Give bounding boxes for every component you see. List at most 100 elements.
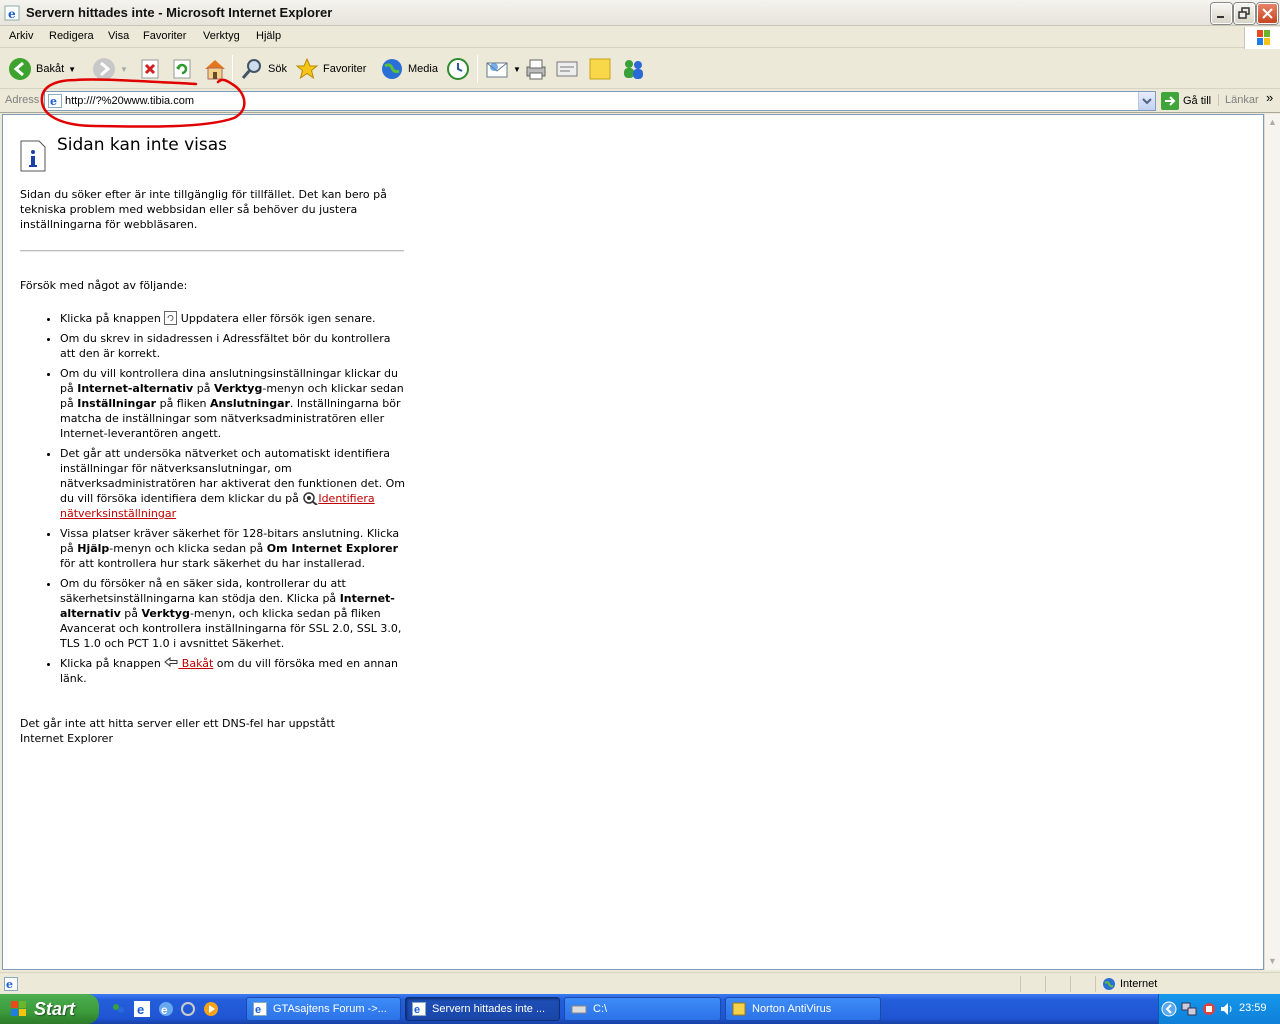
- error-source: Internet Explorer: [20, 732, 113, 745]
- list-item: Om du försöker nå en säker sida, kontrol…: [60, 576, 408, 651]
- forward-button[interactable]: ▼: [92, 55, 128, 83]
- links-chevron-icon[interactable]: »: [1266, 90, 1273, 105]
- status-separator: [1045, 976, 1046, 992]
- page-viewport: Sidan kan inte visas Sidan du söker efte…: [2, 114, 1264, 970]
- home-icon: [205, 60, 225, 80]
- quicklaunch-mediaplayer-icon[interactable]: [203, 1001, 219, 1017]
- toolbar-separator: [477, 55, 478, 83]
- tip-text: Klicka på knappen: [60, 657, 165, 670]
- back-link[interactable]: Bakåt: [178, 657, 214, 670]
- quicklaunch-ie2-icon[interactable]: e: [158, 1001, 174, 1017]
- go-label: Gå till: [1183, 95, 1212, 107]
- try-label: Försök med något av följande:: [20, 279, 188, 292]
- svg-text:e: e: [414, 1004, 420, 1016]
- edit-document-icon: [556, 61, 578, 77]
- tip-text: för att kontrollera hur stark säkerhet d…: [60, 557, 365, 570]
- favorites-button[interactable]: Favoriter: [295, 55, 366, 83]
- mail-button[interactable]: ▼: [485, 55, 521, 83]
- status-bar: e Internet: [0, 972, 1280, 994]
- quicklaunch-ie-icon[interactable]: e: [134, 1001, 150, 1017]
- list-item: Om du skrev in sidadressen i Adressfälte…: [60, 331, 408, 361]
- menu-hjalp[interactable]: Hjälp: [256, 30, 281, 42]
- clock[interactable]: 23:59: [1239, 1002, 1267, 1014]
- info-icon: [20, 140, 46, 172]
- status-separator: [1020, 976, 1021, 992]
- antivirus-tray-icon[interactable]: [1201, 1001, 1217, 1017]
- ie-page-icon: e: [48, 94, 62, 108]
- internet-globe-icon: [1103, 978, 1115, 990]
- menu-visa[interactable]: Visa: [108, 30, 129, 42]
- start-button[interactable]: Start: [0, 994, 99, 1024]
- tip-text: Om du skrev in sidadressen i Adressfälte…: [60, 332, 391, 360]
- menu-favoriter[interactable]: Favoriter: [143, 30, 186, 42]
- task-label: Servern hittades inte ...: [432, 1003, 546, 1015]
- stop-button[interactable]: [140, 55, 162, 83]
- address-dropdown-button[interactable]: [1138, 92, 1155, 110]
- quicklaunch-messenger-icon[interactable]: [110, 1001, 126, 1017]
- network-tray-icon[interactable]: [1181, 1001, 1197, 1017]
- menu-arkiv[interactable]: Arkiv: [9, 30, 33, 42]
- ie-page-icon: e: [253, 1002, 267, 1016]
- go-button[interactable]: Gå till: [1161, 92, 1211, 110]
- scroll-up-icon[interactable]: ▲: [1265, 115, 1280, 130]
- tray-expand-icon[interactable]: [1161, 1001, 1177, 1017]
- status-separator: [1070, 976, 1071, 992]
- chevron-down-icon: [1142, 98, 1152, 105]
- back-arrow-small-icon: [164, 656, 178, 668]
- search-button[interactable]: Sök: [240, 55, 287, 83]
- back-button[interactable]: Bakåt ▼: [8, 55, 76, 83]
- tip-text: Klicka på knappen: [60, 312, 165, 325]
- window-title: Servern hittades inte - Microsoft Intern…: [26, 5, 333, 20]
- vertical-scrollbar[interactable]: ▲ ▼: [1264, 114, 1280, 970]
- tip-bold: Anslutningar: [210, 397, 290, 410]
- minimize-button[interactable]: [1211, 3, 1232, 24]
- tip-text: på: [193, 382, 214, 395]
- restore-button[interactable]: [1234, 3, 1255, 24]
- media-button[interactable]: Media: [380, 55, 438, 83]
- tip-bold: Hjälp: [77, 542, 110, 555]
- restore-icon: [1238, 7, 1250, 19]
- forward-dropdown-icon[interactable]: ▼: [120, 65, 128, 74]
- task-button-forum[interactable]: e GTAsajtens Forum ->...: [246, 997, 401, 1021]
- refresh-button[interactable]: [172, 55, 194, 83]
- home-button[interactable]: [203, 55, 227, 83]
- favorites-label: Favoriter: [323, 63, 367, 75]
- links-label[interactable]: Länkar: [1218, 94, 1259, 106]
- list-item: Vissa platser kräver säkerhet för 128-bi…: [60, 526, 408, 571]
- close-button[interactable]: [1257, 3, 1278, 24]
- refresh-icon: [173, 59, 191, 79]
- media-label: Media: [408, 63, 438, 75]
- back-dropdown-icon[interactable]: ▼: [68, 65, 76, 74]
- address-field[interactable]: e http:///?%20www.tibia.com: [44, 91, 1156, 111]
- print-button[interactable]: [524, 55, 548, 83]
- tip-text: Om du försöker nå en säker sida, kontrol…: [60, 577, 346, 605]
- drive-icon: [571, 1005, 587, 1014]
- task-button-ie-error[interactable]: e Servern hittades inte ...: [405, 997, 560, 1021]
- quicklaunch-outlook-icon[interactable]: [180, 1001, 196, 1017]
- favorites-star-icon: [295, 57, 319, 80]
- scroll-down-icon[interactable]: ▼: [1265, 954, 1280, 969]
- svg-text:e: e: [161, 1003, 168, 1017]
- tip-text: på fliken: [156, 397, 211, 410]
- discuss-button[interactable]: [588, 55, 612, 83]
- page-heading: Sidan kan inte visas: [57, 135, 227, 155]
- mail-dropdown-icon[interactable]: ▼: [513, 65, 521, 74]
- windows-logo: [1244, 27, 1280, 49]
- history-button[interactable]: [446, 55, 470, 83]
- messenger-button[interactable]: [620, 55, 646, 83]
- address-url[interactable]: http:///?%20www.tibia.com: [65, 95, 194, 107]
- edit-button[interactable]: [555, 55, 579, 83]
- list-item: Klicka på knappen Uppdatera eller försök…: [60, 311, 408, 326]
- tip-bold: Om Internet Explorer: [266, 542, 399, 555]
- close-icon: [1262, 8, 1273, 19]
- search-icon: [241, 59, 261, 79]
- menu-redigera[interactable]: Redigera: [49, 30, 94, 42]
- ie-page-icon: e: [412, 1002, 426, 1016]
- page-status-icon: e: [4, 977, 18, 991]
- volume-icon[interactable]: [1219, 1001, 1235, 1017]
- tip-bold: Inställningar: [77, 397, 157, 410]
- intro-text: Sidan du söker efter är inte tillgänglig…: [20, 188, 387, 231]
- menu-verktyg[interactable]: Verktyg: [203, 30, 240, 42]
- task-button-drive-c[interactable]: C:\: [564, 997, 721, 1021]
- task-button-norton[interactable]: Norton AntiVirus: [725, 997, 881, 1021]
